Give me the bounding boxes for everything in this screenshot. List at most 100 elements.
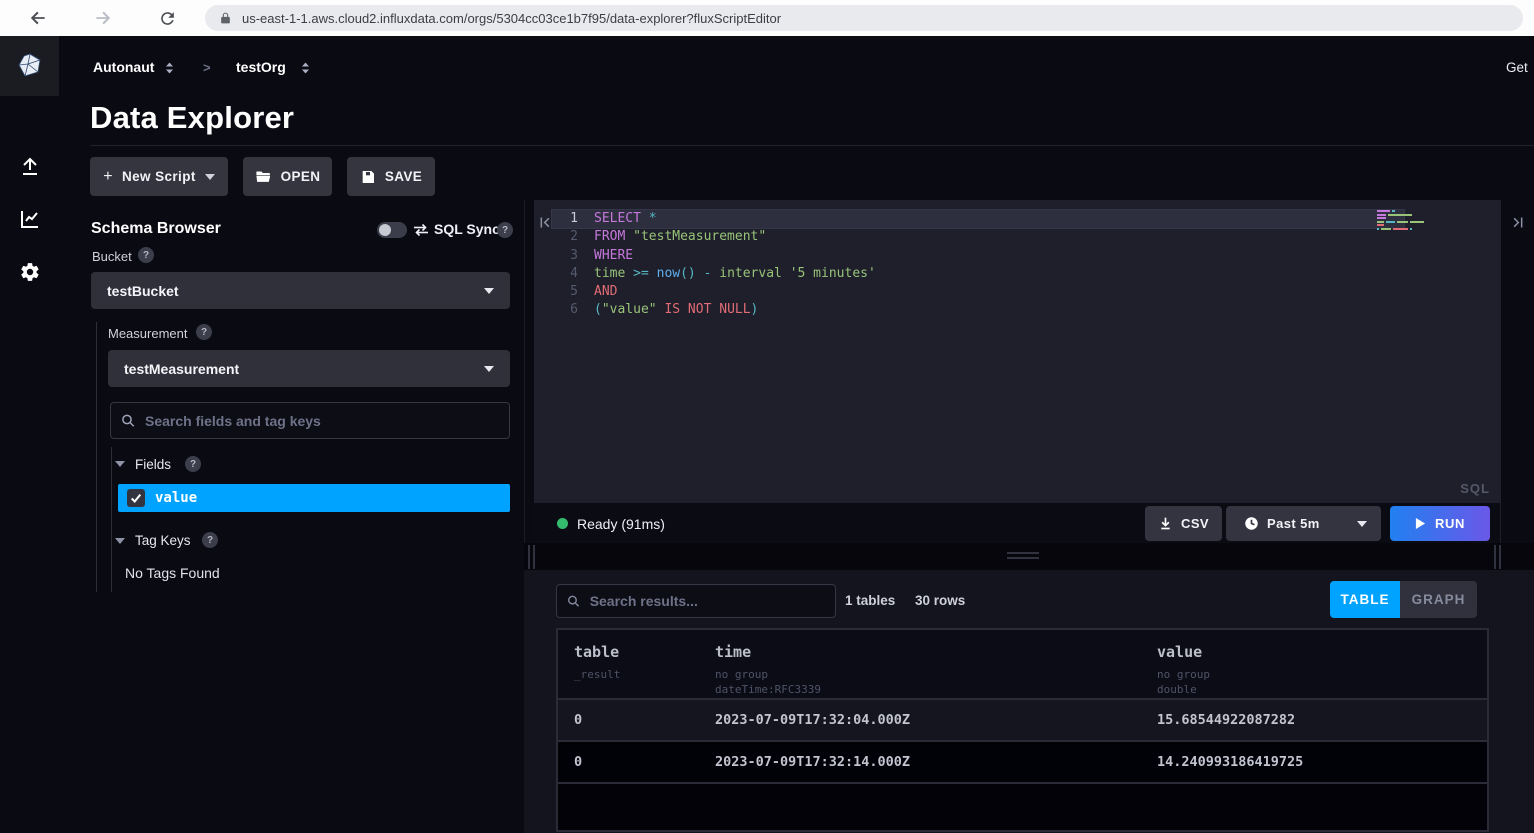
table-row: 02023-07-09T17:32:04.000Z15.685449220872… — [558, 700, 1487, 742]
new-script-button[interactable]: + New Script — [90, 157, 228, 196]
search-icon — [121, 413, 136, 429]
results-search-input[interactable] — [590, 593, 825, 609]
column-header: table_result — [574, 643, 620, 682]
csv-label: CSV — [1181, 516, 1209, 531]
plus-icon: + — [103, 168, 113, 186]
column-header: timeno groupdateTime:RFC3339 — [715, 643, 821, 697]
sql-sync-label: SQL Sync — [434, 221, 500, 237]
schema-browser-title: Schema Browser — [91, 220, 221, 238]
fields-label: Fields — [135, 457, 171, 472]
drag-handle-icon[interactable] — [1007, 552, 1039, 562]
bucket-dropdown[interactable]: testBucket — [91, 272, 510, 309]
field-checkbox[interactable] — [127, 489, 145, 507]
page-title: Data Explorer — [90, 100, 294, 136]
get-credit-button[interactable]: Get — [1506, 60, 1528, 75]
breadcrumb-account[interactable]: testOrg — [236, 59, 286, 75]
field-item-value[interactable]: value — [118, 484, 510, 512]
results-search[interactable] — [556, 584, 836, 618]
expand-right-icon[interactable] — [1508, 213, 1526, 231]
download-icon — [1158, 516, 1173, 531]
caret-down-icon — [205, 174, 215, 180]
save-icon — [360, 169, 376, 185]
query-status-bar: Ready (91ms) CSV Past 5m RUN — [534, 503, 1500, 543]
checkbox-check-icon — [130, 493, 142, 504]
influxdb-logo[interactable] — [0, 36, 59, 96]
nav-sidebar: ? — [0, 36, 59, 833]
open-button[interactable]: OPEN — [243, 157, 332, 196]
folder-icon — [255, 168, 272, 185]
tab-table[interactable]: TABLE — [1330, 581, 1400, 618]
question-icon[interactable]: ? — [497, 222, 513, 238]
language-badge: SQL — [1460, 481, 1490, 496]
tag-keys-label: Tag Keys — [135, 533, 191, 548]
tab-graph[interactable]: GRAPH — [1400, 581, 1477, 618]
minimap[interactable] — [1377, 210, 1423, 232]
measurement-label: Measurement — [108, 326, 187, 341]
csv-download-button[interactable]: CSV — [1145, 506, 1222, 541]
chevron-right-icon: > — [203, 60, 211, 75]
measurement-dropdown[interactable]: testMeasurement — [108, 350, 510, 387]
gear-icon[interactable] — [0, 255, 59, 289]
caret-down-icon — [1357, 521, 1367, 527]
code-line: 6("value" IS NOT NULL) — [552, 301, 1404, 319]
question-icon[interactable]: ? — [196, 324, 212, 340]
url-text: us-east-1-1.aws.cloud2.influxdata.com/or… — [242, 11, 781, 26]
breadcrumb-org[interactable]: Autonaut — [93, 59, 154, 75]
results-panel: 1 tables 30 rows TABLE GRAPH table_resul… — [524, 570, 1534, 833]
browser-chrome: us-east-1-1.aws.cloud2.influxdata.com/or… — [0, 0, 1534, 36]
fields-expander-icon[interactable] — [115, 461, 125, 467]
run-label: RUN — [1435, 516, 1465, 531]
result-table: table_result timeno groupdateTime:RFC3339… — [556, 628, 1489, 832]
run-button[interactable]: RUN — [1390, 506, 1490, 541]
sql-sync-toggle[interactable] — [377, 222, 407, 238]
url-bar[interactable]: us-east-1-1.aws.cloud2.influxdata.com/or… — [205, 5, 1523, 31]
sort-arrows-icon[interactable] — [164, 61, 175, 79]
caret-down-icon — [484, 366, 494, 372]
open-label: OPEN — [281, 169, 321, 184]
code-line: 1SELECT * — [552, 210, 1404, 228]
tree-indent-line — [111, 447, 112, 592]
result-table-body: 02023-07-09T17:32:04.000Z15.685449220872… — [558, 700, 1487, 784]
code-lines: 1SELECT *2FROM "testMeasurement"3WHERE4t… — [552, 210, 1404, 320]
time-range-dropdown[interactable]: Past 5m — [1226, 506, 1381, 541]
code-line: 5AND — [552, 283, 1404, 301]
lock-icon — [219, 11, 232, 25]
status-text: Ready (91ms) — [577, 516, 665, 532]
bucket-value: testBucket — [107, 283, 179, 299]
schema-search[interactable] — [110, 402, 510, 439]
code-line: 4time >= now() - interval '5 minutes' — [552, 265, 1404, 283]
title-divider — [90, 145, 1534, 146]
forward-icon[interactable] — [92, 7, 114, 29]
question-icon[interactable]: ? — [138, 247, 154, 263]
horizontal-splitter[interactable] — [524, 543, 1534, 570]
rows-count: 30 rows — [915, 593, 965, 608]
time-range-label: Past 5m — [1267, 516, 1320, 531]
editor-right-divider — [1500, 200, 1501, 543]
back-icon[interactable] — [27, 7, 49, 29]
result-table-header: table_result timeno groupdateTime:RFC3339… — [558, 630, 1487, 700]
bucket-label: Bucket — [92, 249, 132, 264]
play-icon — [1415, 517, 1426, 530]
tables-count: 1 tables — [845, 593, 895, 608]
screen: us-east-1-1.aws.cloud2.influxdata.com/or… — [0, 0, 1534, 833]
status-dot — [557, 518, 568, 529]
sql-code-editor[interactable]: 1SELECT *2FROM "testMeasurement"3WHERE4t… — [534, 200, 1500, 503]
no-tags-found-text: No Tags Found — [125, 565, 220, 581]
question-icon[interactable]: ? — [185, 456, 201, 472]
measurement-value: testMeasurement — [124, 361, 239, 377]
table-row: 02023-07-09T17:32:14.000Z14.240993186419… — [558, 742, 1487, 784]
save-label: SAVE — [385, 169, 422, 184]
new-script-label: New Script — [122, 169, 196, 184]
swap-arrows-icon — [413, 223, 429, 242]
reload-icon[interactable] — [156, 7, 178, 29]
upload-icon[interactable] — [0, 150, 59, 184]
caret-down-icon — [484, 288, 494, 294]
graph-icon[interactable] — [0, 202, 59, 236]
column-header: valueno groupdouble — [1157, 643, 1210, 697]
schema-search-input[interactable] — [145, 413, 499, 429]
sort-arrows-icon[interactable] — [300, 61, 311, 79]
field-value-label: value — [155, 490, 197, 506]
save-button[interactable]: SAVE — [347, 157, 435, 196]
question-icon[interactable]: ? — [202, 532, 218, 548]
tag-keys-expander-icon[interactable] — [115, 538, 125, 544]
